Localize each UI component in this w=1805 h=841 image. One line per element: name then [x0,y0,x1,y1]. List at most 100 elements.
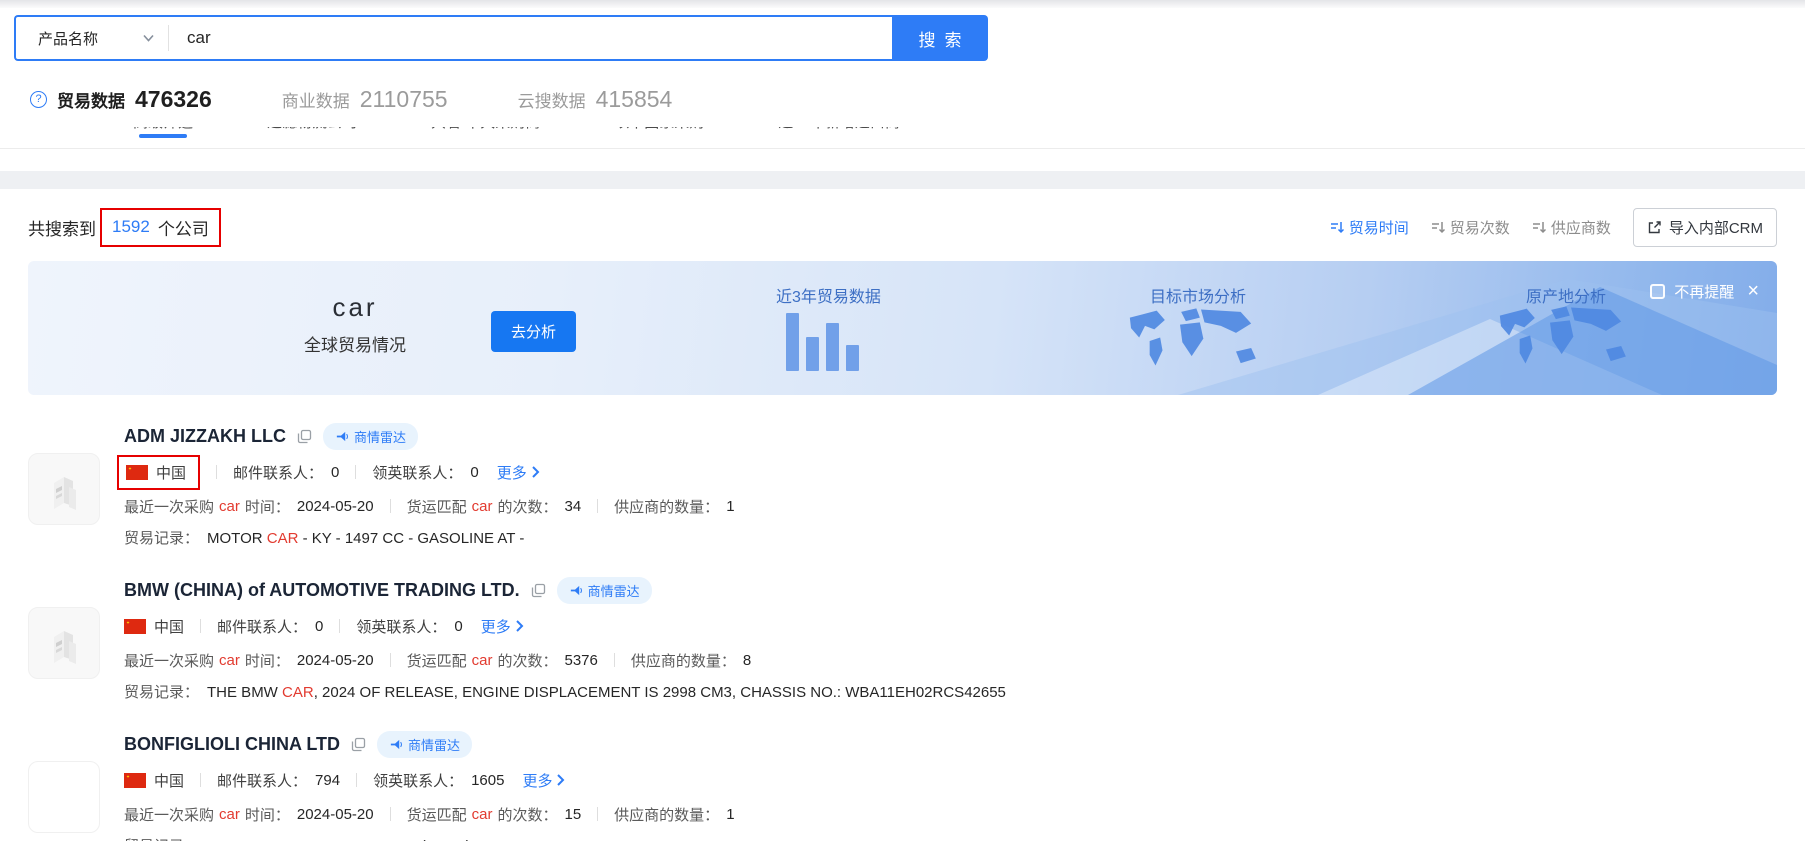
purchase-label: 最近一次采购 [124,806,215,824]
sort-controls: 贸易时间 贸易次数 供应商数 导入内部CRM [1330,207,1777,247]
trade-record-label: 贸易记录： [124,684,200,701]
search-button[interactable]: 搜索 [892,15,988,61]
trade-record-text: , 2024 OF RELEASE, ENGINE DISPLACEMENT I… [313,684,1006,701]
analyze-button[interactable]: 去分析 [491,311,577,352]
sort-supplier-count[interactable]: 供应商数 [1532,217,1611,238]
radar-badge[interactable]: 商情雷达 [556,577,652,604]
stat-value: 476326 [135,85,212,112]
supplier-label: 供应商的数量： [630,652,736,670]
sort-trade-time[interactable]: 贸易时间 [1330,217,1409,238]
copy-icon[interactable] [531,583,546,598]
page-background-gap [0,171,1805,189]
sort-label: 贸易次数 [1449,219,1510,237]
analysis-promo-banner: car 全球贸易情况 去分析 近3年贸易数据 目标市场分析 原产地分析 不再提醒… [28,261,1777,395]
megaphone-icon [390,739,402,750]
country-label: 中国 [156,464,187,482]
divider [597,807,599,821]
divider [200,773,202,787]
linkedin-contacts-label: 领英联系人： [356,618,447,636]
purchase-date: 2024-05-20 [296,805,374,823]
freight-count: 5376 [564,651,598,669]
question-circle-icon[interactable]: ? [30,90,47,108]
sort-trade-count[interactable]: 贸易次数 [1431,217,1510,238]
import-crm-label: 导入内部CRM [1668,219,1763,237]
sort-label: 供应商数 [1550,219,1611,237]
divider [339,619,341,633]
trade-record-text: MOTOR [207,530,267,547]
search-header: 产品名称 搜索 ? 贸易数据 476326 商业数据 2110755 云搜数据 … [0,15,1805,149]
company-name[interactable]: BMW (CHINA) of AUTOMOTIVE TRADING LTD. [124,580,520,601]
copy-icon[interactable] [297,429,312,444]
close-icon[interactable]: × [1747,281,1759,301]
country-chip: 中国 [124,770,184,791]
divider [216,465,218,479]
search-category-dropdown[interactable]: 产品名称 [16,28,168,49]
freight-count: 34 [564,497,582,515]
result-count-number: 1592 [112,217,150,236]
radar-badge[interactable]: 商情雷达 [322,423,418,450]
result-count: 共搜索到 1592 个公司 [28,207,221,247]
sort-icon [1431,220,1445,234]
country-chip: 中国 [124,616,184,637]
result-count-prefix: 共搜索到 [28,219,96,239]
divider [200,619,202,633]
chevron-right-icon [516,620,524,632]
country-label: 中国 [154,772,185,790]
filter-top-buyers[interactable]: 只看 十大采购商 [431,127,540,138]
search-category-label: 产品名称 [38,30,99,48]
import-icon [1647,220,1662,235]
more-link[interactable]: 更多 [522,770,565,791]
more-link[interactable]: 更多 [497,462,540,483]
filter-countries[interactable]: 以下国家采购 [614,127,704,138]
country-annotation: 中国 [117,454,201,490]
trade-record-label: 贸易记录： [124,530,200,547]
copy-icon[interactable] [351,737,366,752]
freight-label: 的次数： [497,498,558,516]
search-input[interactable] [169,28,892,48]
supplier-count: 1 [726,805,735,823]
purchase-label: 时间： [244,498,290,516]
purchase-label: 时间： [244,652,290,670]
dismiss-checkbox[interactable] [1650,284,1666,299]
search-box: 产品名称 [14,15,892,61]
megaphone-icon [336,431,348,442]
filter-advanced[interactable]: 高级筛选 [133,127,193,138]
purchase-date: 2024-05-20 [296,651,374,669]
chevron-right-icon [532,466,540,478]
divider [389,499,391,513]
tab-business-data[interactable]: 商业数据 2110755 [282,86,448,113]
divider [597,499,599,513]
tab-trade-data[interactable]: ? 贸易数据 476326 [30,86,212,113]
radar-badge-label: 商情雷达 [353,430,406,445]
tab-cloud-search-data[interactable]: 云搜数据 415854 [518,86,673,113]
more-link[interactable]: 更多 [481,616,524,637]
radar-badge[interactable]: 商情雷达 [376,731,472,758]
banner-keyword: car [332,292,378,322]
supplier-count: 1 [726,497,735,515]
supplier-label: 供应商的数量： [614,498,720,516]
company-thumbnail [28,453,100,525]
purchase-label: 最近一次采购 [124,652,215,670]
keyword: CAR [266,530,299,547]
stat-label: 云搜数据 [517,91,586,111]
filter-logistics[interactable]: 过滤物流公司 [267,127,357,138]
purchase-label: 时间： [244,806,290,824]
results-card: 共搜索到 1592 个公司 贸易时间 贸易次数 供应商数 导入内部CRM car… [0,189,1805,841]
keyword: car [471,805,493,823]
world-map-icon [1499,306,1626,364]
country-label: 中国 [154,618,185,636]
import-crm-button[interactable]: 导入内部CRM [1632,207,1777,247]
company-name[interactable]: ADM JIZZAKH LLC [124,426,286,447]
trade-record-text: - KY - 1497 CC - GASOLINE AT - [298,530,525,547]
company-name[interactable]: BONFIGLIOLI CHINA LTD [124,734,340,755]
filter-new-importers[interactable]: 近 1 年新增进口商 [778,127,900,138]
stat-value: 2110755 [359,85,448,112]
result-count-unit: 个公司 [157,219,209,239]
company-thumbnail [28,761,100,833]
radar-badge-label: 商情雷达 [587,584,640,599]
header-bottom-strip [0,149,1805,171]
purchase-date: 2024-05-20 [296,497,374,515]
linkedin-contacts-label: 领英联系人： [373,772,464,790]
china-flag-icon [124,772,146,788]
email-contacts-label: 邮件联系人： [217,772,308,790]
